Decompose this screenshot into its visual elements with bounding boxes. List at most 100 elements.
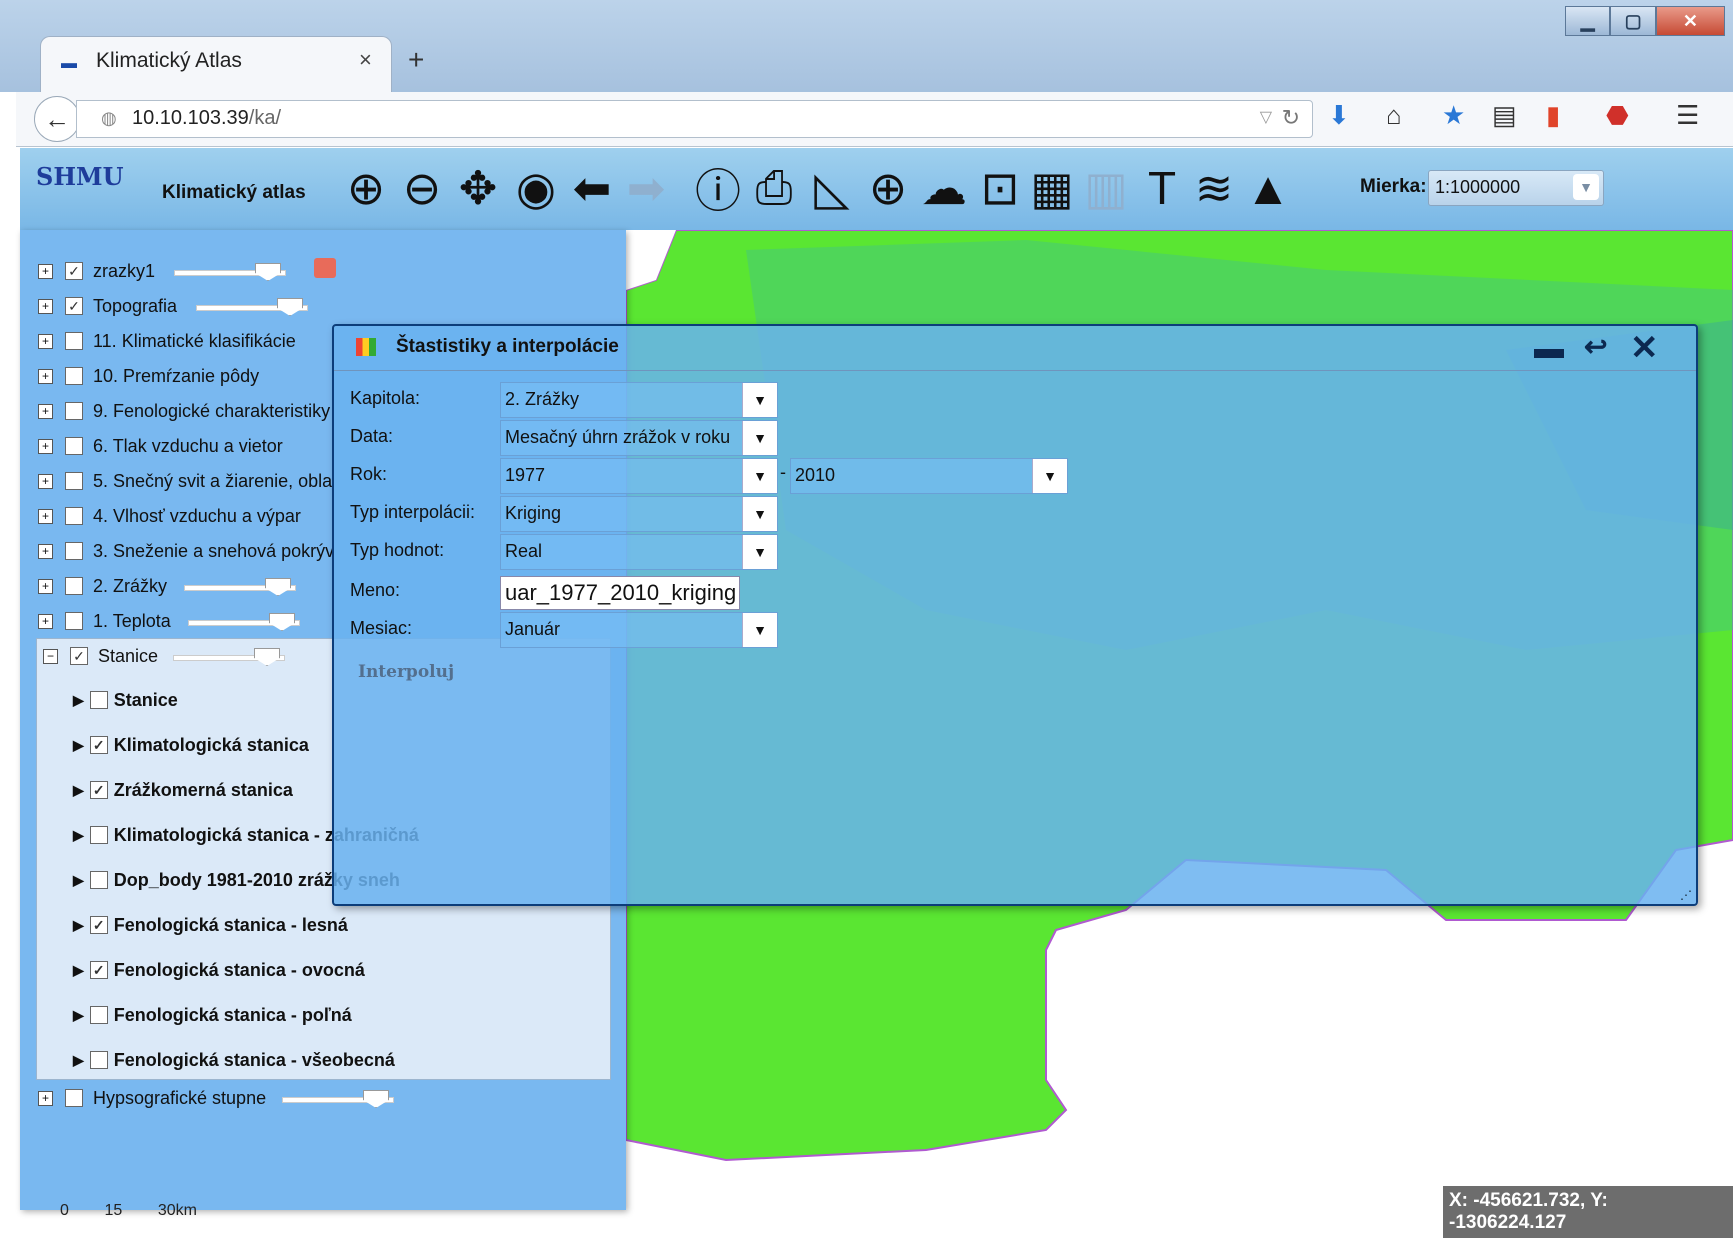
addon-icon[interactable]: ▮ — [1546, 100, 1560, 131]
layer-checkbox[interactable] — [65, 612, 83, 630]
layer-row[interactable]: + 2. Zrážky — [20, 571, 167, 601]
slider-thumb[interactable] — [269, 613, 295, 631]
adblock-icon[interactable]: ⬣ — [1606, 100, 1629, 131]
sublayer-row[interactable]: ▶ ✓ Zrážkomerná stanica — [37, 775, 293, 805]
data-select[interactable]: Mesačný úhrn zrážok v roku ▼ — [500, 420, 778, 456]
tab-close-icon[interactable]: × — [359, 47, 372, 73]
zoom-out-icon[interactable]: ⊖ — [396, 160, 448, 216]
slider-thumb[interactable] — [363, 1090, 389, 1108]
rok-from-select[interactable]: 1977 ▼ — [500, 458, 778, 494]
new-tab-button[interactable]: + — [408, 44, 424, 76]
terrain-icon[interactable]: ▲ — [1242, 160, 1294, 216]
sublayer-row[interactable]: ▶ Fenologická stanica - poľná — [37, 1000, 352, 1030]
expand-triangle-icon[interactable]: ▶ — [73, 872, 84, 889]
minimize-window-icon[interactable]: ▁ — [1565, 6, 1611, 36]
reading-list-icon[interactable]: ▤ — [1492, 100, 1517, 131]
slider-thumb[interactable] — [255, 263, 281, 281]
layer-row[interactable]: + 9. Fenologické charakteristiky — [20, 396, 330, 426]
slider-thumb[interactable] — [277, 298, 303, 316]
slider-thumb[interactable] — [265, 578, 291, 596]
layer-checkbox[interactable]: ✓ — [89, 961, 108, 979]
add-icon[interactable]: ⊕ — [862, 160, 914, 216]
layer-checkbox[interactable] — [89, 1006, 108, 1024]
layer-checkbox[interactable] — [65, 332, 83, 350]
back-arrow-icon[interactable]: ⬅ — [566, 160, 618, 216]
layer-row[interactable]: + 11. Klimatické klasifikácie — [20, 326, 296, 356]
chevron-down-icon[interactable]: ▼ — [742, 613, 777, 647]
layer-checkbox[interactable]: ✓ — [89, 736, 108, 754]
sublayer-row[interactable]: ▶ Stanice — [37, 685, 178, 715]
opacity-slider[interactable] — [282, 1090, 394, 1108]
layer-checkbox[interactable] — [89, 826, 108, 844]
opacity-slider[interactable] — [188, 613, 300, 631]
sublayer-row[interactable]: ▶ ✓ Fenologická stanica - lesná — [37, 910, 348, 940]
dialog-header[interactable]: Štastistiky a interpolácie ▬ ↩ ✕ — [334, 326, 1696, 371]
typ-hodnot-select[interactable]: Real ▼ — [500, 534, 778, 570]
site-info-icon[interactable]: ◍ — [101, 108, 117, 129]
layer-row[interactable]: + ✓ Topografia — [20, 291, 177, 321]
layer-row[interactable]: + 6. Tlak vzduchu a vietor — [20, 431, 283, 461]
expand-icon[interactable]: + — [38, 263, 53, 279]
layer-checkbox[interactable] — [65, 507, 83, 525]
map-region-icon[interactable]: ☁ — [918, 160, 970, 216]
expand-icon[interactable]: + — [38, 403, 53, 419]
forward-arrow-icon[interactable]: ➡ — [620, 160, 672, 216]
layer-row[interactable]: + 10. Premŕzanie pôdy — [20, 361, 259, 391]
expand-triangle-icon[interactable]: ▶ — [73, 917, 84, 934]
kapitola-select[interactable]: 2. Zrážky ▼ — [500, 382, 778, 418]
browser-tab[interactable]: ▬ Klimatický Atlas × — [40, 36, 392, 93]
layer-checkbox[interactable] — [65, 437, 83, 455]
expand-icon[interactable]: + — [38, 1090, 53, 1106]
back-button[interactable]: ← — [34, 96, 80, 142]
download-icon[interactable]: ⬇ — [1328, 100, 1350, 131]
sublayer-row[interactable]: ▶ ✓ Klimatologická stanica — [37, 730, 309, 760]
resize-handle-icon[interactable]: ⋰ — [1680, 888, 1692, 902]
mesiac-select[interactable]: Január ▼ — [500, 612, 778, 648]
info-icon[interactable]: ⓘ — [692, 160, 744, 217]
layer-checkbox[interactable] — [65, 542, 83, 560]
bookmark-star-icon[interactable]: ★ — [1442, 100, 1465, 131]
sublayer-row[interactable]: ▶ Fenologická stanica - všeobecná — [37, 1045, 395, 1075]
layer-row[interactable]: − ✓ Stanice — [37, 641, 158, 671]
scale-select[interactable]: 1:1000000 ▼ — [1428, 170, 1604, 206]
expand-triangle-icon[interactable]: ▶ — [73, 737, 84, 754]
expand-triangle-icon[interactable]: ▶ — [73, 962, 84, 979]
layer-checkbox[interactable]: ✓ — [65, 297, 83, 315]
layer-checkbox[interactable] — [89, 1051, 108, 1069]
layer-row[interactable]: + 5. Snečný svit a žiarenie, obla — [20, 466, 332, 496]
layer-checkbox[interactable] — [89, 871, 108, 889]
expand-icon[interactable]: + — [38, 298, 53, 314]
collapse-icon[interactable]: − — [43, 648, 58, 664]
reload-icon[interactable]: ↻ — [1282, 105, 1300, 131]
expand-icon[interactable]: + — [38, 578, 53, 594]
expand-icon[interactable]: + — [38, 473, 53, 489]
chart-icon[interactable]: ▥ — [1080, 160, 1132, 216]
expand-icon[interactable]: + — [38, 508, 53, 524]
meno-input[interactable] — [500, 576, 740, 610]
opacity-slider[interactable] — [184, 578, 296, 596]
chevron-down-icon[interactable]: ▼ — [742, 383, 777, 417]
chevron-down-icon[interactable]: ▼ — [742, 497, 777, 531]
url-bar[interactable]: ◍ 10.10.103.39/ka/ ▽ ↻ — [76, 100, 1313, 138]
opacity-slider[interactable] — [173, 648, 285, 666]
layer-checkbox[interactable] — [65, 577, 83, 595]
expand-icon[interactable]: + — [38, 543, 53, 559]
remove-layer-icon[interactable] — [314, 258, 336, 278]
restore-icon[interactable]: ↩ — [1584, 330, 1607, 363]
layer-row[interactable]: + 1. Teplota — [20, 606, 171, 636]
layer-checkbox[interactable]: ✓ — [89, 916, 108, 934]
chevron-down-icon[interactable]: ▼ — [742, 421, 777, 455]
zoom-in-icon[interactable]: ⊕ — [340, 160, 392, 216]
minimize-icon[interactable]: ▬ — [1534, 332, 1564, 366]
expand-triangle-icon[interactable]: ▶ — [73, 1052, 84, 1069]
legend-icon[interactable]: ⊡ — [974, 160, 1026, 216]
close-window-icon[interactable]: ✕ — [1655, 6, 1725, 36]
chevron-down-icon[interactable]: ▼ — [742, 459, 777, 493]
expand-icon[interactable]: + — [38, 333, 53, 349]
layer-row[interactable]: + Hypsografické stupne — [20, 1083, 266, 1113]
layer-checkbox[interactable]: ✓ — [89, 781, 108, 799]
layer-checkbox[interactable] — [65, 402, 83, 420]
layer-checkbox[interactable] — [65, 367, 83, 385]
menu-icon[interactable]: ☰ — [1676, 100, 1699, 131]
layer-checkbox[interactable] — [65, 1089, 83, 1107]
